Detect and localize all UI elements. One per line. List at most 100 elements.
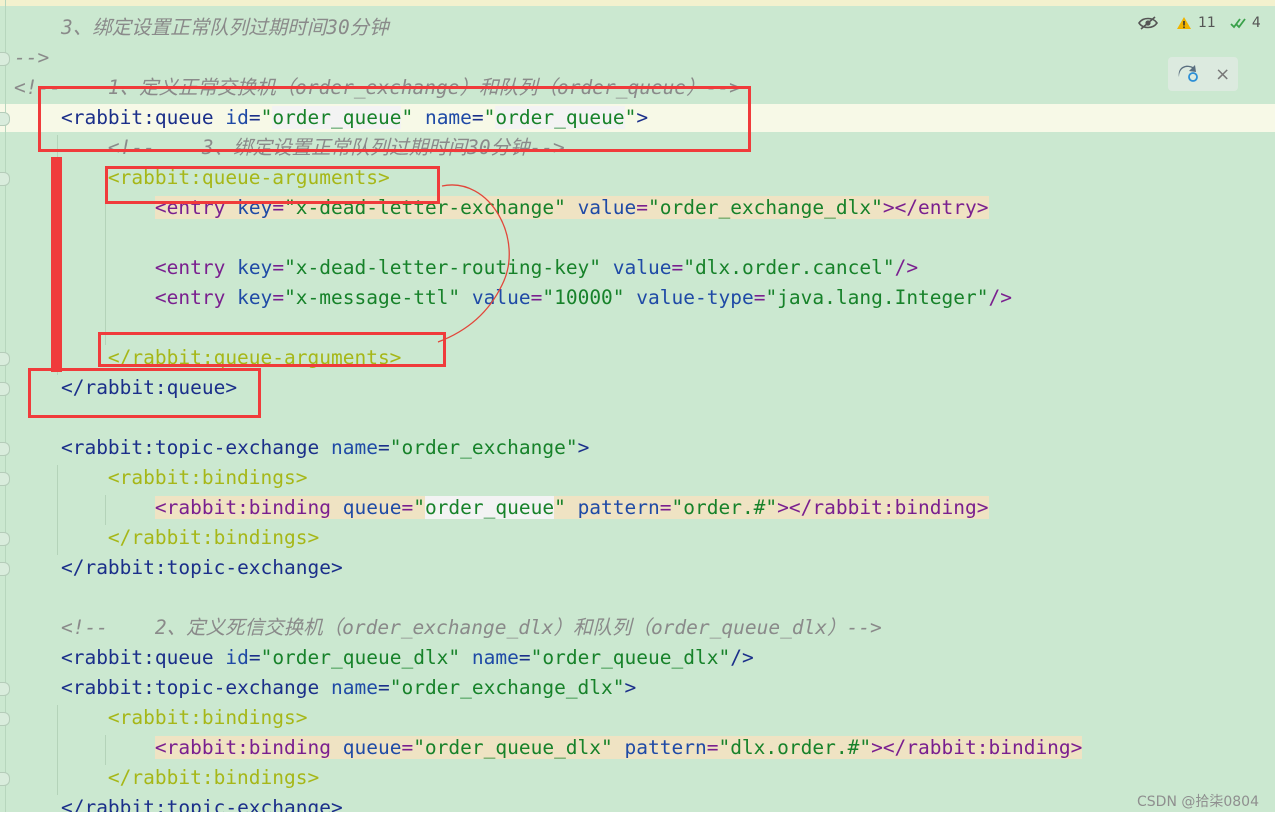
fold-marker[interactable] [0, 562, 10, 576]
code-line[interactable] [14, 0, 61, 13]
fold-marker[interactable] [0, 172, 10, 186]
code-line[interactable]: --> [14, 43, 49, 73]
code-token: <!-- 2、定义死信交换机（order_exchange_dlx）和队列（or… [14, 616, 882, 639]
checks-count[interactable]: 4 [1252, 15, 1261, 31]
code-line[interactable]: <rabbit:binding queue="order_queue" patt… [14, 493, 989, 523]
code-token: "dlx.order.cancel" [683, 256, 895, 279]
code-token: = [272, 286, 285, 309]
fold-marker[interactable] [0, 472, 10, 486]
code-token: = [671, 256, 684, 279]
code-token: "order_queue_dlx" [413, 736, 625, 759]
editor-top-strip [0, 0, 1275, 6]
code-line[interactable]: </rabbit:topic-exchange> [14, 793, 343, 812]
code-line[interactable] [14, 403, 26, 433]
code-token: queue [342, 736, 402, 759]
code-token: "order.#" [671, 496, 778, 519]
code-line[interactable]: </rabbit:topic-exchange> [14, 553, 343, 583]
fold-marker[interactable] [0, 772, 10, 786]
fold-marker[interactable] [0, 352, 10, 366]
code-token: = [753, 286, 766, 309]
code-token: </rabbit:topic-exchange> [60, 796, 343, 812]
annotation-curve [437, 184, 510, 343]
code-token: key [237, 256, 273, 279]
code-token: /> [988, 286, 1012, 309]
code-line[interactable] [14, 313, 26, 343]
warning-triangle-icon[interactable] [1176, 16, 1192, 30]
code-line[interactable]: <rabbit:topic-exchange name="order_excha… [14, 433, 589, 463]
code-line[interactable]: <rabbit:queue id="order_queue_dlx" name=… [14, 643, 754, 673]
double-check-icon[interactable] [1230, 16, 1246, 30]
code-token: = [401, 496, 414, 519]
code-token: "order_exchange" [389, 436, 578, 459]
maven-reload-icon[interactable] [1176, 62, 1200, 87]
code-token: = [377, 676, 390, 699]
code-token: value [577, 196, 637, 219]
fold-marker[interactable] [0, 712, 10, 726]
code-token: "order_queue_dlx" [530, 646, 731, 669]
code-token: /> [730, 646, 754, 669]
fold-marker[interactable] [0, 532, 10, 546]
code-token: </rabbit:bindings> [107, 766, 320, 789]
code-token: = [530, 286, 543, 309]
code-line[interactable]: <rabbit:bindings> [14, 703, 308, 733]
code-token: "dlx.order.#" [718, 736, 872, 759]
code-token: name [331, 676, 378, 699]
code-token: queue [342, 496, 402, 519]
code-line[interactable]: <rabbit:bindings> [14, 463, 308, 493]
code-line[interactable] [14, 223, 26, 253]
fold-marker[interactable] [0, 382, 10, 396]
code-editor[interactable]: 3、绑定设置正常队列过期时间30分钟 --> <!-- 1、定义正常交换机（orde… [0, 0, 1275, 812]
code-token: = [401, 736, 414, 759]
annotation-connector-bar [51, 157, 62, 372]
code-token: <entry [154, 286, 238, 309]
code-token: <rabbit:binding [154, 496, 343, 519]
code-token: = [272, 256, 285, 279]
watermark: CSDN @拾柒0804 [1137, 794, 1259, 810]
close-icon[interactable]: × [1215, 64, 1230, 85]
code-token: pattern [577, 496, 660, 519]
code-line[interactable]: </rabbit:bindings> [14, 523, 319, 553]
code-line[interactable]: 3、绑定设置正常队列过期时间30分钟 [14, 13, 389, 43]
fold-marker[interactable] [0, 112, 10, 126]
code-token: <rabbit:bindings> [107, 466, 308, 489]
code-token: name [471, 646, 519, 669]
code-token: = [518, 646, 531, 669]
code-token: "order_exchange_dlx" [389, 676, 625, 699]
fold-marker[interactable] [0, 682, 10, 696]
code-line[interactable] [14, 583, 26, 613]
eye-crossed-icon[interactable] [1138, 16, 1158, 30]
code-token: "order_queue_dlx" [260, 646, 472, 669]
code-line[interactable]: <rabbit:topic-exchange name="order_excha… [14, 673, 636, 703]
code-token: <rabbit:topic-exchange [60, 676, 331, 699]
code-token: ></rabbit:binding> [777, 496, 989, 519]
inspection-toolbar: 11 4 [1138, 10, 1261, 36]
annotation-box-queue-close [28, 368, 261, 418]
bottom-bar [0, 812, 1275, 821]
code-line[interactable]: </rabbit:bindings> [14, 763, 319, 793]
fold-marker[interactable] [0, 52, 10, 66]
code-token: value-type [636, 286, 754, 309]
code-token: > [577, 436, 590, 459]
code-token: = [659, 496, 672, 519]
code-line[interactable]: <!-- 2、定义死信交换机（order_exchange_dlx）和队列（or… [14, 613, 882, 643]
code-line[interactable]: <rabbit:binding queue="order_queue_dlx" … [14, 733, 1083, 763]
fold-marker[interactable] [0, 442, 10, 456]
warnings-count[interactable]: 11 [1198, 15, 1216, 31]
annotation-box-queue-arguments-open [105, 166, 440, 204]
annotation-box-queue-arguments-close [98, 332, 446, 367]
code-token: " [554, 496, 578, 519]
code-token: ></rabbit:binding> [871, 736, 1083, 759]
